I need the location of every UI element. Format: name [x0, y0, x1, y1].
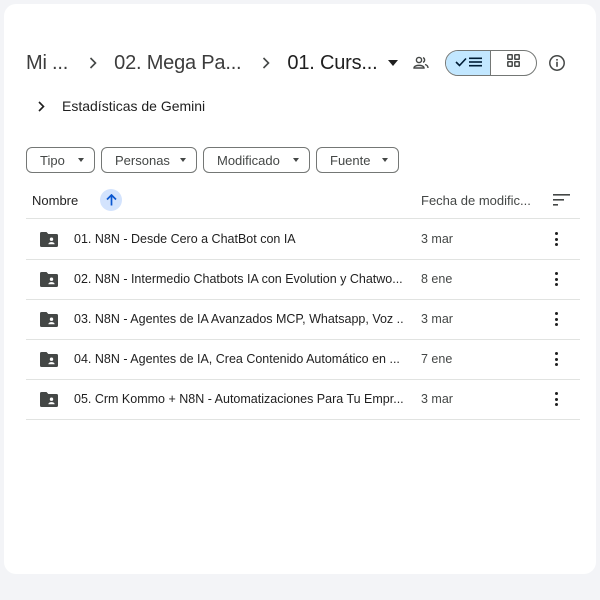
dropdown-arrow-icon — [293, 158, 299, 162]
table-row[interactable]: 05. Crm Kommo + N8N - Automatizaciones P… — [26, 379, 580, 419]
check-icon — [454, 54, 467, 72]
shared-folder-icon — [40, 312, 58, 327]
dropdown-arrow-icon — [78, 158, 84, 162]
breadcrumb: Mi ... 02. Mega Pa... 01. Curs... — [26, 44, 399, 82]
divider — [26, 419, 580, 420]
filter-modified-chip[interactable]: Modificado — [203, 147, 310, 173]
breadcrumb-item-my-drive[interactable]: Mi ... — [26, 52, 68, 75]
more-actions-icon[interactable] — [551, 389, 561, 409]
column-header-modified[interactable]: Fecha de modific... — [421, 193, 531, 208]
arrow-up-icon — [105, 194, 117, 206]
dropdown-arrow-icon — [180, 158, 186, 162]
view-toggle — [445, 50, 537, 76]
filter-chip-label: Personas — [115, 152, 170, 168]
filter-people-chip[interactable]: Personas — [101, 147, 197, 173]
file-name: 03. N8N - Agentes de IA Avanzados MCP, W… — [74, 312, 404, 326]
dropdown-arrow-icon — [382, 158, 388, 162]
shared-folder-icon — [40, 232, 58, 247]
column-header-name[interactable]: Nombre — [32, 193, 78, 208]
file-name: 05. Crm Kommo + N8N - Automatizaciones P… — [74, 392, 404, 406]
gemini-stats-label: Estadísticas de Gemini — [62, 98, 206, 114]
folder-menu-caret-icon[interactable] — [387, 57, 399, 69]
modified-date: 7 ene — [421, 352, 453, 366]
filter-chip-label: Tipo — [40, 152, 65, 168]
chevron-right-icon — [259, 56, 273, 70]
info-icon[interactable] — [548, 54, 566, 72]
table-row[interactable]: 03. N8N - Agentes de IA Avanzados MCP, W… — [26, 299, 580, 339]
file-name: 01. N8N - Desde Cero a ChatBot con IA — [74, 232, 296, 246]
file-name: 04. N8N - Agentes de IA, Crea Contenido … — [74, 352, 400, 366]
shared-folder-icon — [40, 272, 58, 287]
sort-direction-button[interactable] — [100, 189, 122, 211]
more-actions-icon[interactable] — [551, 349, 561, 369]
more-actions-icon[interactable] — [551, 269, 561, 289]
more-actions-icon[interactable] — [551, 229, 561, 249]
table-row[interactable]: 01. N8N - Desde Cero a ChatBot con IA 3 … — [26, 219, 580, 259]
table-row[interactable]: 02. N8N - Intermedio Chatbots IA con Evo… — [26, 259, 580, 299]
table-row[interactable]: 04. N8N - Agentes de IA, Crea Contenido … — [26, 339, 580, 379]
breadcrumb-item-current-folder[interactable]: 01. Curs... — [287, 52, 377, 75]
breadcrumb-item-mega-pack[interactable]: 02. Mega Pa... — [114, 52, 241, 75]
people-icon[interactable] — [412, 54, 430, 72]
grid-icon — [507, 54, 520, 72]
table-header: Nombre Fecha de modific... — [26, 184, 580, 218]
grid-view-button[interactable] — [491, 51, 536, 75]
file-name: 02. N8N - Intermedio Chatbots IA con Evo… — [74, 272, 403, 286]
list-icon — [468, 54, 482, 72]
modified-date: 8 ene — [421, 272, 453, 286]
shared-folder-icon — [40, 392, 58, 407]
modified-date: 3 mar — [421, 312, 453, 326]
chevron-right-icon — [86, 56, 100, 70]
gemini-stats-toggle[interactable]: Estadísticas de Gemini — [38, 96, 205, 116]
filter-chip-label: Modificado — [217, 152, 280, 168]
shared-folder-icon — [40, 352, 58, 367]
drive-panel: Mi ... 02. Mega Pa... 01. Curs... Estadí… — [4, 4, 596, 574]
more-actions-icon[interactable] — [551, 309, 561, 329]
chevron-right-icon — [38, 100, 50, 112]
modified-date: 3 mar — [421, 392, 453, 406]
filter-source-chip[interactable]: Fuente — [316, 147, 399, 173]
filter-type-chip[interactable]: Tipo — [26, 147, 95, 173]
list-view-button[interactable] — [446, 51, 492, 75]
modified-date: 3 mar — [421, 232, 453, 246]
sort-options-icon[interactable] — [553, 193, 571, 209]
filter-chip-label: Fuente — [330, 152, 371, 168]
